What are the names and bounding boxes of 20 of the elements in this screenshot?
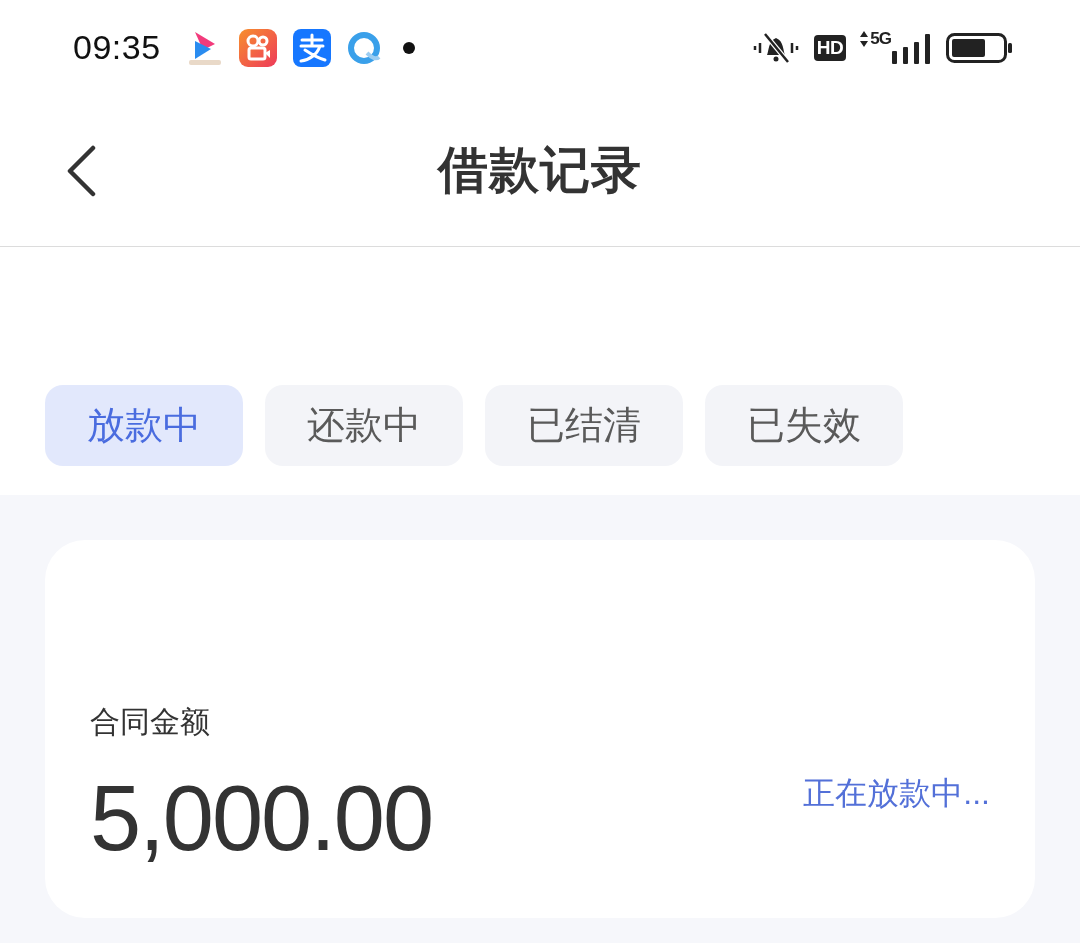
network-type: 5G: [870, 31, 891, 47]
ring-app-icon: [346, 30, 381, 65]
app-tile-icon: [292, 28, 331, 67]
signal-icon: [892, 34, 932, 64]
loan-status: 正在放款中...: [803, 774, 990, 813]
data-arrows-icon: [860, 31, 869, 47]
page-title: 借款记录: [438, 141, 642, 200]
filter-tab[interactable]: 已结清: [485, 385, 683, 466]
amount-label: 合同金额: [90, 704, 210, 740]
filter-tab[interactable]: 还款中: [265, 385, 463, 466]
battery-icon: [946, 32, 1013, 63]
notification-dot-icon: [402, 41, 415, 54]
amount-value: 5,000.00: [90, 768, 433, 868]
muted-bell-icon: [751, 30, 800, 65]
status-time: 09:35: [73, 28, 161, 67]
camera-tile-icon: [238, 28, 277, 67]
filter-tab[interactable]: 已失效: [705, 385, 903, 466]
back-icon: [66, 144, 96, 197]
hd-badge: HD: [813, 34, 847, 61]
filter-tab[interactable]: 放款中: [45, 385, 243, 466]
